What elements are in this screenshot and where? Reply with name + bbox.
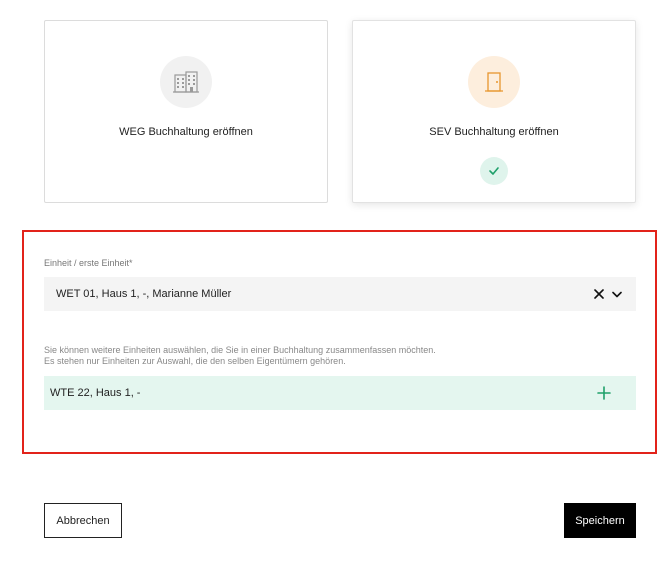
additional-unit-label: WTE 22, Haus 1, - <box>50 387 141 399</box>
weg-accounting-card[interactable]: WEG Buchhaltung eröffnen <box>44 20 328 203</box>
help-text: Sie können weitere Einheiten auswählen, … <box>44 345 436 367</box>
unit-field-label: Einheit / erste Einheit* <box>44 258 133 268</box>
save-button[interactable]: Speichern <box>564 503 636 538</box>
plus-icon <box>597 386 611 400</box>
sev-card-label: SEV Buchhaltung eröffnen <box>429 126 559 138</box>
check-icon <box>480 157 508 185</box>
close-icon[interactable] <box>592 287 606 301</box>
door-icon <box>468 56 520 108</box>
weg-card-label: WEG Buchhaltung eröffnen <box>119 126 253 138</box>
cancel-button[interactable]: Abbrechen <box>44 503 122 538</box>
help-text-line-1: Sie können weitere Einheiten auswählen, … <box>44 345 436 355</box>
building-icon <box>160 56 212 108</box>
unit-select[interactable]: WET 01, Haus 1, -, Marianne Müller <box>44 277 636 311</box>
sev-accounting-card[interactable]: SEV Buchhaltung eröffnen <box>352 20 636 203</box>
chevron-down-icon[interactable] <box>610 287 624 301</box>
add-unit-button[interactable] <box>594 383 614 403</box>
unit-select-value: WET 01, Haus 1, -, Marianne Müller <box>56 288 232 300</box>
additional-unit-row[interactable]: WTE 22, Haus 1, - <box>44 376 636 410</box>
help-text-line-2: Es stehen nur Einheiten zur Auswahl, die… <box>44 356 346 366</box>
